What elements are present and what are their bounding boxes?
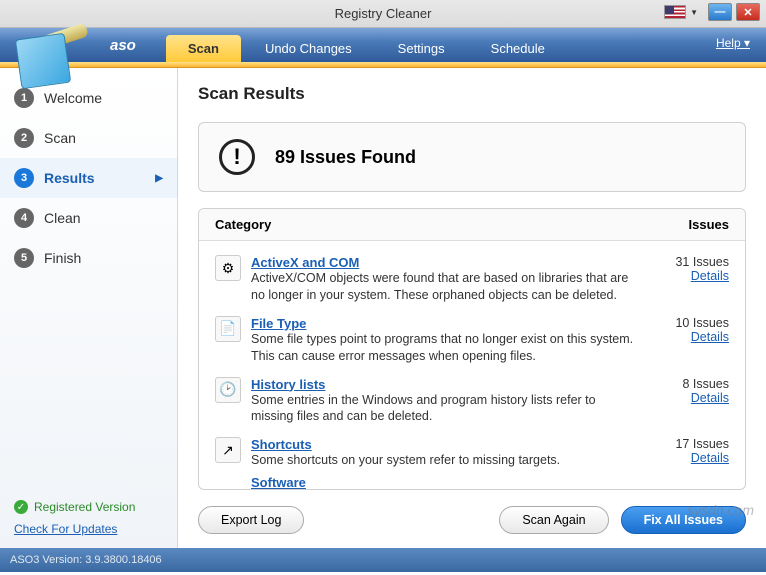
issue-count: 31 Issues bbox=[649, 255, 729, 269]
details-link[interactable]: Details bbox=[649, 330, 729, 344]
category-link-activex[interactable]: ActiveX and COM bbox=[251, 255, 639, 270]
category-row: ↗ Shortcuts Some shortcuts on your syste… bbox=[211, 431, 733, 475]
results-body[interactable]: ⚙ ActiveX and COM ActiveX/COM objects we… bbox=[199, 241, 745, 489]
page-title: Scan Results bbox=[198, 84, 746, 104]
tab-undo-changes[interactable]: Undo Changes bbox=[243, 35, 374, 62]
help-link[interactable]: Help ▾ bbox=[716, 36, 750, 50]
step-number: 5 bbox=[14, 248, 34, 268]
filetype-icon: 📄 bbox=[215, 316, 241, 342]
category-desc: ActiveX/COM objects were found that are … bbox=[251, 270, 639, 304]
window-title: Registry Cleaner bbox=[335, 6, 432, 21]
issue-count: 17 Issues bbox=[649, 437, 729, 451]
titlebar: Registry Cleaner ▼ — ✕ bbox=[0, 0, 766, 28]
sidebar-step-scan[interactable]: 2 Scan bbox=[0, 118, 177, 158]
details-link[interactable]: Details bbox=[649, 451, 729, 465]
results-table: Category Issues ⚙ ActiveX and COM Active… bbox=[198, 208, 746, 490]
sidebar: 1 Welcome 2 Scan 3 Results ▶ 4 Clean 5 F… bbox=[0, 68, 178, 548]
tab-settings[interactable]: Settings bbox=[376, 35, 467, 62]
details-link[interactable]: Details bbox=[649, 269, 729, 283]
step-number: 3 bbox=[14, 168, 34, 188]
close-button[interactable]: ✕ bbox=[736, 3, 760, 21]
step-label: Clean bbox=[44, 210, 81, 226]
step-label: Results bbox=[44, 170, 95, 186]
version-label: ASO3 Version: 3.9.3800.18406 bbox=[10, 554, 162, 566]
activex-icon: ⚙ bbox=[215, 255, 241, 281]
export-log-button[interactable]: Export Log bbox=[198, 506, 304, 534]
category-row: 📄 File Type Some file types point to pro… bbox=[211, 310, 733, 371]
registered-version-label: ✓ Registered Version bbox=[14, 500, 163, 514]
category-link-shortcuts[interactable]: Shortcuts bbox=[251, 437, 639, 452]
scan-again-button[interactable]: Scan Again bbox=[499, 506, 608, 534]
category-desc: Some entries in the Windows and program … bbox=[251, 392, 639, 426]
exclamation-icon: ! bbox=[219, 139, 255, 175]
col-category: Category bbox=[215, 217, 271, 232]
button-row: Export Log Scan Again Fix All Issues bbox=[198, 502, 746, 548]
category-desc: Some file types point to programs that n… bbox=[251, 331, 639, 365]
category-row: 🕑 History lists Some entries in the Wind… bbox=[211, 371, 733, 432]
category-row: ⚙ ActiveX and COM ActiveX/COM objects we… bbox=[211, 249, 733, 310]
sidebar-step-clean[interactable]: 4 Clean bbox=[0, 198, 177, 238]
category-link-filetype[interactable]: File Type bbox=[251, 316, 639, 331]
chevron-right-icon: ▶ bbox=[155, 173, 163, 184]
step-label: Welcome bbox=[44, 90, 102, 106]
main-panel: Scan Results ! 89 Issues Found Category … bbox=[178, 68, 766, 548]
minimize-button[interactable]: — bbox=[708, 3, 732, 21]
sidebar-step-results[interactable]: 3 Results ▶ bbox=[0, 158, 177, 198]
app-logo-icon bbox=[8, 26, 86, 86]
tab-schedule[interactable]: Schedule bbox=[469, 35, 567, 62]
step-label: Scan bbox=[44, 130, 76, 146]
fix-all-issues-button[interactable]: Fix All Issues bbox=[621, 506, 746, 534]
check-updates-link[interactable]: Check For Updates bbox=[14, 522, 163, 536]
sidebar-step-finish[interactable]: 5 Finish bbox=[0, 238, 177, 278]
checkmark-icon: ✓ bbox=[14, 500, 28, 514]
language-flag-icon[interactable] bbox=[664, 5, 686, 19]
history-icon: 🕑 bbox=[215, 377, 241, 403]
issue-count: 10 Issues bbox=[649, 316, 729, 330]
step-number: 1 bbox=[14, 88, 34, 108]
step-label: Finish bbox=[44, 250, 81, 266]
category-link-software[interactable]: Software bbox=[251, 475, 733, 489]
summary-box: ! 89 Issues Found bbox=[198, 122, 746, 192]
shortcuts-icon: ↗ bbox=[215, 437, 241, 463]
category-desc: Some shortcuts on your system refer to m… bbox=[251, 452, 639, 469]
step-number: 4 bbox=[14, 208, 34, 228]
category-link-history[interactable]: History lists bbox=[251, 377, 639, 392]
details-link[interactable]: Details bbox=[649, 391, 729, 405]
brand-label: aso bbox=[110, 37, 136, 54]
issue-count: 8 Issues bbox=[649, 377, 729, 391]
chevron-down-icon[interactable]: ▼ bbox=[690, 8, 698, 17]
menubar: aso Scan Undo Changes Settings Schedule … bbox=[0, 28, 766, 62]
col-issues: Issues bbox=[689, 217, 729, 232]
results-header: Category Issues bbox=[199, 209, 745, 241]
statusbar: ASO3 Version: 3.9.3800.18406 bbox=[0, 548, 766, 572]
tab-scan[interactable]: Scan bbox=[166, 35, 241, 62]
summary-text: 89 Issues Found bbox=[275, 147, 416, 168]
step-number: 2 bbox=[14, 128, 34, 148]
